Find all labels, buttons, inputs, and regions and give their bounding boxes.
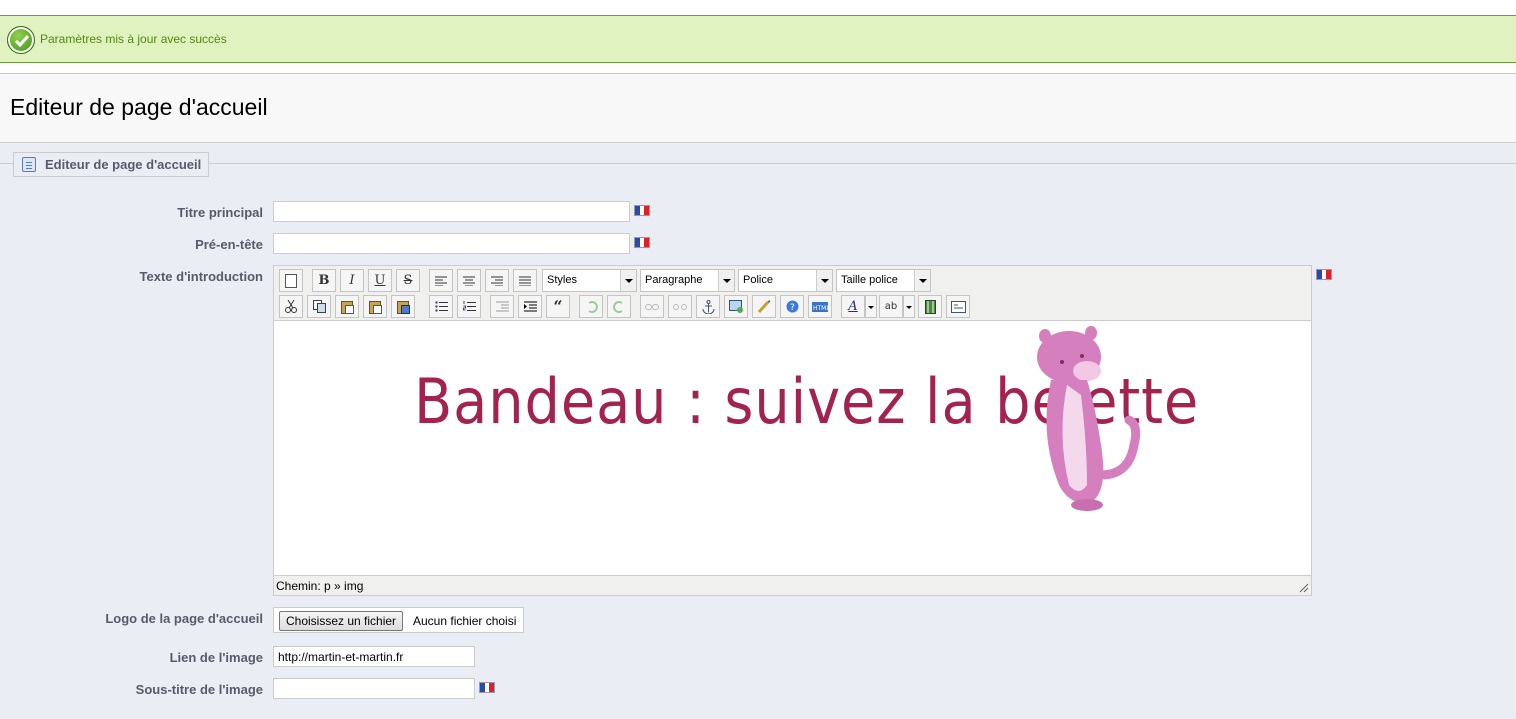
paste-text-icon[interactable] (363, 295, 387, 318)
chevron-down-icon[interactable] (903, 295, 915, 318)
paste-word-icon[interactable] (391, 295, 415, 318)
success-notification: Paramètres mis à jour avec succès (0, 15, 1516, 63)
lien-image-input[interactable] (273, 646, 475, 667)
success-message: Paramètres mis à jour avec succès (40, 32, 227, 46)
format-dropdown-value: Paragraphe (645, 274, 703, 286)
align-center-icon[interactable] (457, 269, 481, 292)
numbered-list-icon[interactable] (457, 295, 481, 318)
fieldset-legend-label: Editeur de page d'accueil (45, 157, 202, 172)
bullet-list-icon[interactable] (429, 295, 453, 318)
chevron-down-icon (914, 270, 930, 291)
top-spacer (0, 0, 1516, 15)
document-icon (22, 157, 36, 172)
undo-icon[interactable] (579, 295, 603, 318)
sous-titre-input[interactable] (273, 678, 475, 699)
underline-button[interactable]: U (368, 269, 392, 292)
cleanup-icon[interactable] (752, 295, 776, 318)
paste-icon[interactable] (335, 295, 359, 318)
titre-principal-label: Titre principal (177, 205, 263, 220)
rich-text-editor: B I U S Styles Paragraphe Police Taille … (273, 265, 1312, 596)
element-path: Chemin: p » img (276, 579, 364, 593)
cut-icon[interactable] (279, 295, 303, 318)
french-flag-icon[interactable] (1316, 269, 1332, 280)
outdent-icon[interactable] (490, 295, 514, 318)
anchor-icon[interactable] (696, 295, 720, 318)
italic-button[interactable]: I (340, 269, 364, 292)
highlight-color-icon[interactable]: ab (879, 295, 903, 318)
unlink-icon[interactable] (668, 295, 692, 318)
lien-image-label: Lien de l'image (169, 650, 263, 665)
chevron-down-icon (718, 270, 734, 291)
page-title: Editeur de page d'accueil (10, 94, 268, 120)
redo-icon[interactable] (607, 295, 631, 318)
font-size-dropdown-value: Taille police (841, 274, 898, 286)
logo-file-input[interactable]: Choisissez un fichier Aucun fichier choi… (273, 607, 524, 633)
align-justify-icon[interactable] (513, 269, 537, 292)
sous-titre-label: Sous-titre de l'image (135, 682, 263, 697)
texte-intro-label: Texte d'introduction (139, 269, 263, 284)
editor-status-bar: Chemin: p » img (274, 575, 1311, 595)
fieldset-border (0, 163, 1516, 164)
page-header: Editeur de page d'accueil (0, 73, 1516, 143)
align-left-icon[interactable] (429, 269, 453, 292)
font-size-dropdown[interactable]: Taille police (836, 269, 931, 292)
weasel-mascot-image (1037, 326, 1141, 511)
html-source-icon[interactable]: HTML (808, 295, 832, 318)
strikethrough-button[interactable]: S (396, 269, 420, 292)
styles-dropdown[interactable]: Styles (542, 269, 637, 292)
indent-icon[interactable] (518, 295, 542, 318)
template-icon[interactable] (946, 295, 970, 318)
font-dropdown[interactable]: Police (738, 269, 833, 292)
format-dropdown[interactable]: Paragraphe (640, 269, 735, 292)
bold-button[interactable]: B (312, 269, 336, 292)
link-icon[interactable] (640, 295, 664, 318)
chevron-down-icon[interactable] (865, 295, 877, 318)
pre-en-tete-input[interactable] (273, 233, 630, 254)
french-flag-icon[interactable] (634, 237, 650, 248)
help-icon[interactable]: ? (780, 295, 804, 318)
svg-text:?: ? (790, 303, 795, 313)
insert-image-icon[interactable] (724, 295, 748, 318)
new-document-icon[interactable] (279, 269, 303, 292)
spacer (0, 63, 1516, 73)
logo-label: Logo de la page d'accueil (105, 611, 263, 626)
copy-icon[interactable] (307, 295, 331, 318)
text-color-icon[interactable]: A (841, 295, 865, 318)
media-icon[interactable] (918, 295, 942, 318)
check-circle-icon (7, 26, 35, 54)
font-dropdown-value: Police (743, 274, 773, 286)
file-status: Aucun fichier choisi (413, 614, 517, 628)
chevron-down-icon (620, 270, 636, 291)
fieldset-legend: Editeur de page d'accueil (13, 152, 210, 177)
french-flag-icon[interactable] (634, 205, 650, 216)
french-flag-icon[interactable] (479, 682, 495, 693)
resize-grip-icon[interactable] (1299, 583, 1309, 593)
styles-dropdown-value: Styles (547, 274, 577, 286)
svg-text:HTML: HTML (813, 305, 828, 312)
editor-content-area[interactable]: Bandeau : suivez la belette (274, 320, 1311, 575)
chevron-down-icon (816, 270, 832, 291)
align-right-icon[interactable] (485, 269, 509, 292)
blockquote-icon[interactable]: “ (546, 295, 570, 318)
pre-en-tete-label: Pré-en-tête (195, 237, 263, 252)
choose-file-button[interactable]: Choisissez un fichier (279, 611, 404, 631)
titre-principal-input[interactable] (273, 201, 630, 222)
